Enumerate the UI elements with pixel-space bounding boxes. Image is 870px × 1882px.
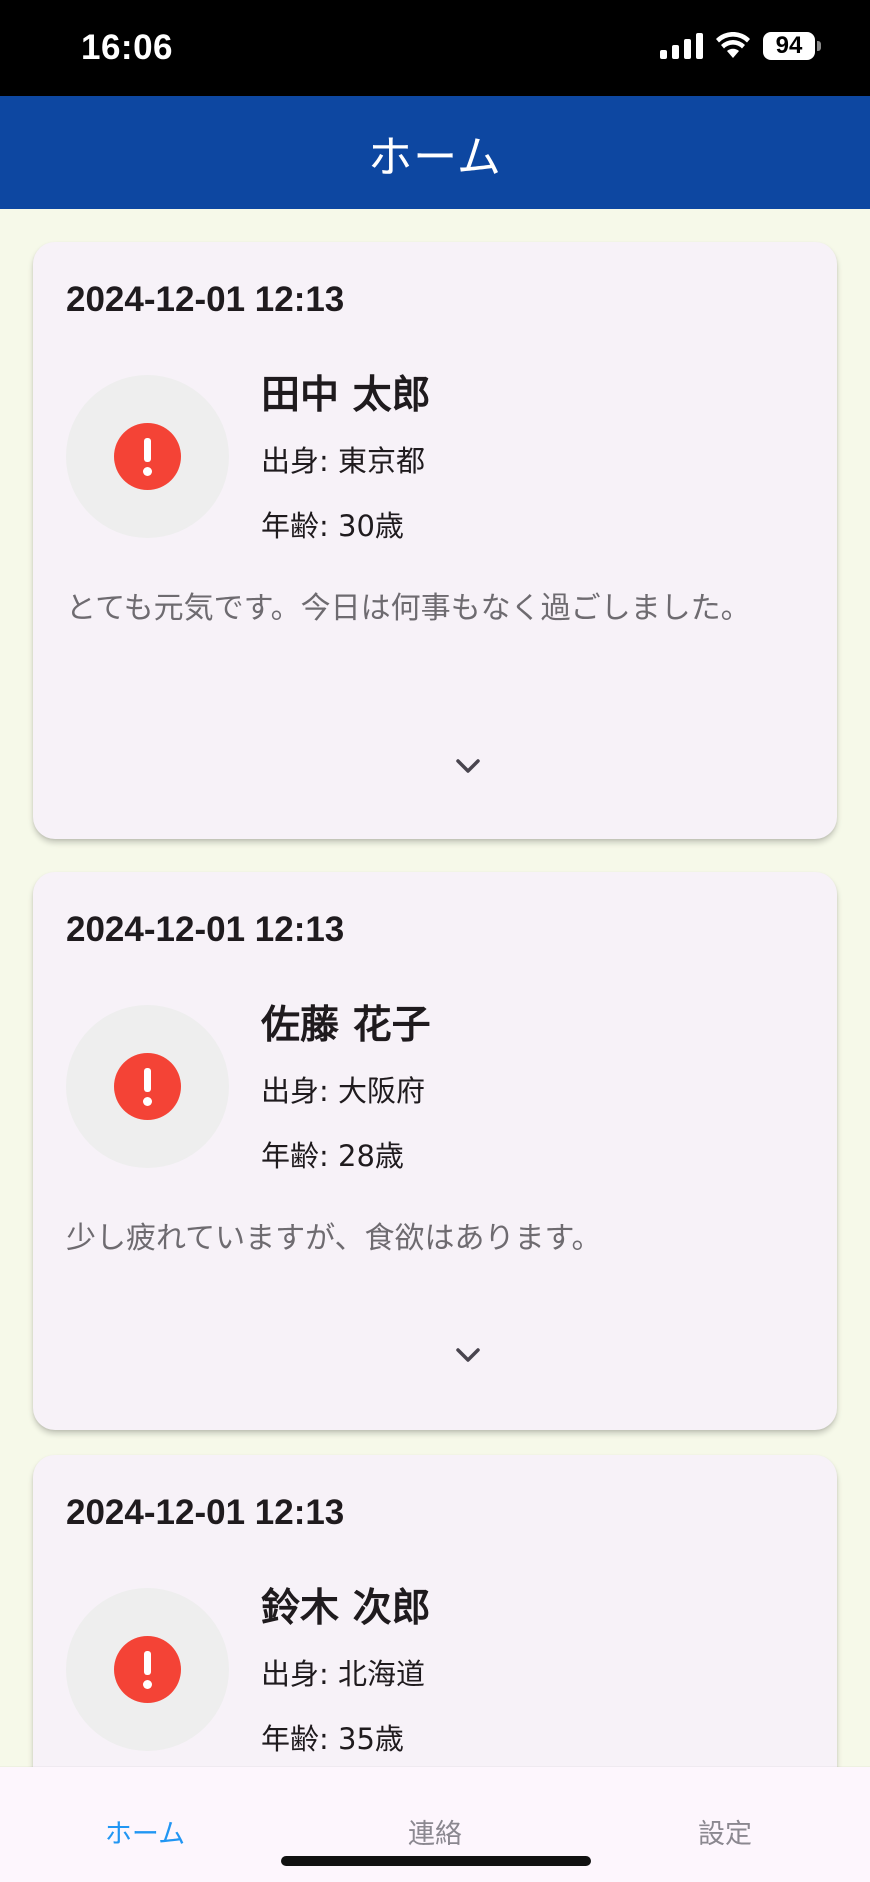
person-age: 年齢: 35歳 xyxy=(261,1722,404,1756)
person-origin: 出身: 北海道 xyxy=(261,1657,425,1691)
person-origin: 出身: 大阪府 xyxy=(261,1074,425,1108)
status-icons: 94 xyxy=(660,32,821,60)
nav-item-settings[interactable]: 設定 xyxy=(580,1767,870,1882)
record-note: とても元気です。今日は何事もなく過ごしました。 xyxy=(66,591,751,626)
alert-icon xyxy=(114,1636,181,1703)
person-age: 年齢: 30歳 xyxy=(261,509,404,543)
chevron-down-icon[interactable] xyxy=(451,749,485,783)
page-title: ホーム xyxy=(368,131,502,183)
battery-icon: 94 xyxy=(763,32,821,60)
alert-icon xyxy=(114,1053,181,1120)
record-card[interactable]: 2024-12-01 12:13 佐藤 花子 出身: 大阪府 年齢: 28歳 少… xyxy=(33,872,837,1430)
person-name: 佐藤 花子 xyxy=(261,1003,431,1048)
record-date: 2024-12-01 12:13 xyxy=(66,1493,345,1532)
avatar xyxy=(66,375,229,538)
person-age: 年齢: 28歳 xyxy=(261,1139,404,1173)
chevron-down-icon[interactable] xyxy=(451,1338,485,1372)
avatar xyxy=(66,1588,229,1751)
nav-item-home[interactable]: ホーム xyxy=(0,1767,290,1882)
status-time: 16:06 xyxy=(81,28,174,67)
status-bar: 16:06 94 xyxy=(0,0,870,96)
signal-icon xyxy=(660,33,703,59)
alert-icon xyxy=(114,423,181,490)
record-list[interactable]: 2024-12-01 12:13 田中 太郎 出身: 東京都 年齢: 30歳 と… xyxy=(0,209,870,1767)
record-date: 2024-12-01 12:13 xyxy=(66,280,345,319)
person-name: 鈴木 次郎 xyxy=(261,1586,431,1631)
record-note: 少し疲れていますが、食欲はあります。 xyxy=(66,1221,602,1256)
home-indicator xyxy=(281,1856,591,1866)
record-card[interactable]: 2024-12-01 12:13 田中 太郎 出身: 東京都 年齢: 30歳 と… xyxy=(33,242,837,839)
record-date: 2024-12-01 12:13 xyxy=(66,910,345,949)
record-card[interactable]: 2024-12-01 12:13 鈴木 次郎 出身: 北海道 年齢: 35歳 xyxy=(33,1455,837,1767)
app-bar: ホーム xyxy=(0,96,870,209)
person-name: 田中 太郎 xyxy=(261,373,431,418)
person-origin: 出身: 東京都 xyxy=(261,444,425,478)
avatar xyxy=(66,1005,229,1168)
wifi-icon xyxy=(716,32,750,58)
